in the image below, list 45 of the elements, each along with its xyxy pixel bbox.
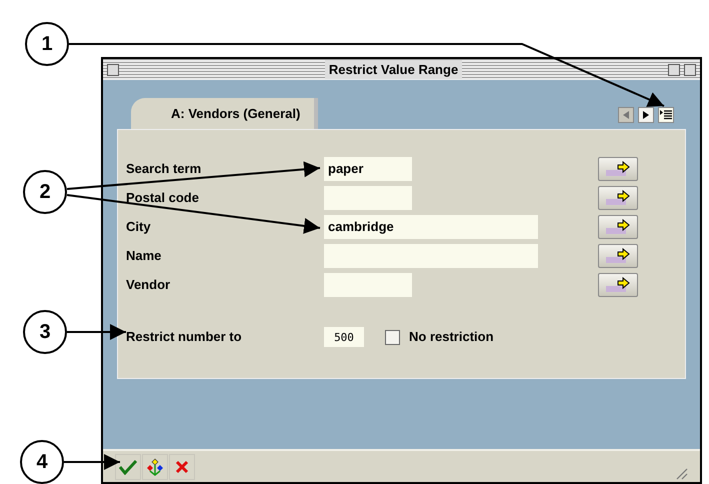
next-tab-button[interactable] [638,107,654,123]
field-label: Name [126,247,162,266]
arrow-icon [604,248,632,264]
field-label: Search term [126,160,202,178]
diamonds-icon [146,458,164,476]
close-box-icon[interactable] [107,64,119,76]
input-field[interactable] [324,244,538,268]
callout-number: 1 [25,22,69,66]
callout-number: 3 [23,310,67,354]
arrow-icon [604,219,632,235]
field-label: Restrict number to [126,328,243,346]
multiple-selection-button[interactable] [598,244,638,268]
input-field[interactable]: cambridge [324,214,538,239]
resize-grip-icon [674,466,688,480]
checkmark-icon [119,458,137,474]
multiple-selection-button[interactable] [598,186,638,210]
callout-number: 4 [20,440,64,484]
input-field[interactable] [324,272,412,297]
close-icon [175,460,189,474]
cancel-button[interactable] [169,454,195,480]
arrow-icon [604,190,632,206]
hierarchy-button[interactable] [142,454,168,480]
multiple-selection-button[interactable] [598,157,638,181]
zoom-box-icon[interactable] [668,64,680,76]
input-field[interactable]: 500 [324,327,364,347]
input-field[interactable]: paper [324,156,412,181]
tab[interactable]: A: Vendors (General) [131,98,318,129]
checkbox[interactable] [385,330,400,344]
arrow-icon [604,277,632,293]
input-field[interactable] [324,186,412,210]
confirm-button[interactable] [115,454,141,480]
tab-list-button[interactable] [658,107,674,123]
arrow-icon [604,161,632,177]
window-title: Restrict Value Range [324,60,462,80]
multiple-selection-button[interactable] [598,215,638,239]
field-label: Postal code [126,189,200,208]
checkbox-label: No restriction [409,328,494,346]
field-label: City [126,218,152,236]
multiple-selection-button[interactable] [598,273,638,297]
list-icon [660,110,672,120]
collapse-box-icon[interactable] [684,64,696,76]
field-label: Vendor [126,276,172,294]
callout-number: 2 [23,170,67,214]
right-triangle-icon [643,111,649,119]
left-triangle-icon [623,111,629,119]
